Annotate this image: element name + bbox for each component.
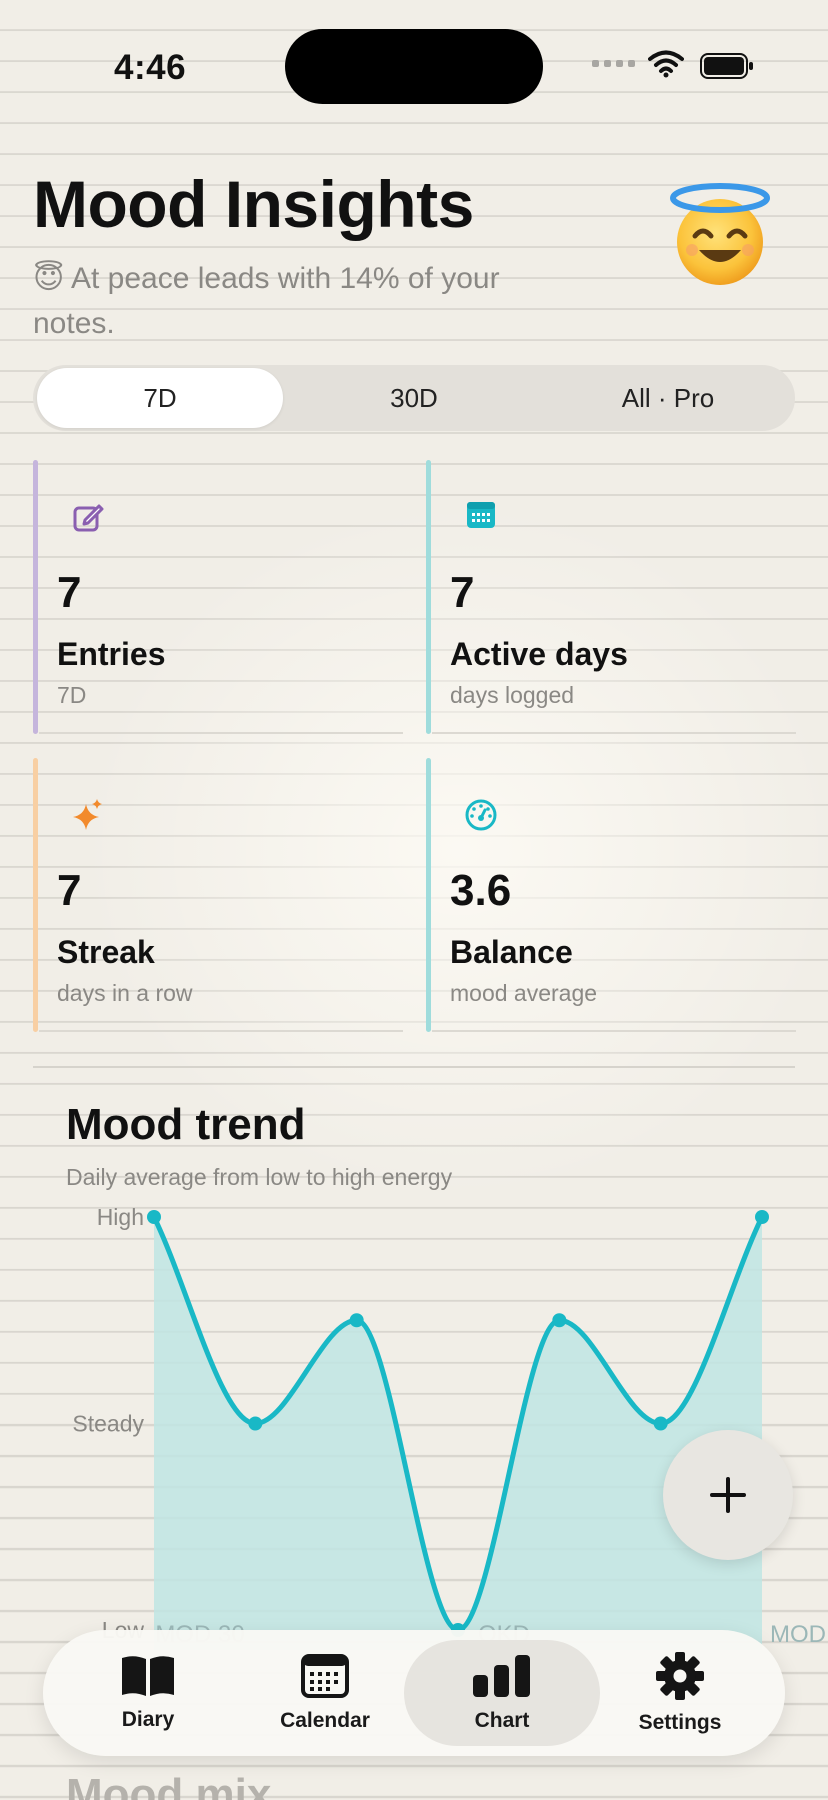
entries-sub: 7D <box>57 682 87 708</box>
dynamic-island <box>285 29 543 104</box>
card-divider <box>432 732 796 734</box>
stat-card-entries: 7 Entries 7D <box>33 460 403 734</box>
smiling-halo-emoji-icon[interactable] <box>665 180 775 290</box>
edit-icon <box>73 504 104 532</box>
trend-title: Mood trend <box>66 1100 306 1149</box>
streak-sub: days in a row <box>57 980 193 1006</box>
streak-value: 7 <box>57 866 82 915</box>
gauge-icon <box>465 799 497 831</box>
tab-settings[interactable]: Settings <box>582 1640 778 1746</box>
bar-chart-icon <box>473 1655 530 1697</box>
mood-mix-title: Mood mix <box>66 1770 272 1800</box>
balance-label: Balance <box>450 934 573 970</box>
cellular-signal-icon <box>592 60 635 67</box>
trend-point[interactable] <box>248 1416 263 1431</box>
entries-value: 7 <box>57 568 82 617</box>
y-tick-label: Steady <box>72 1411 144 1437</box>
trend-area <box>154 1217 762 1650</box>
card-divider <box>432 1030 796 1032</box>
trend-point[interactable] <box>755 1210 769 1224</box>
card-divider <box>39 732 403 734</box>
stat-card-balance: 3.6 Balance mood average <box>426 758 796 1032</box>
tab-diary-label: Diary <box>121 1708 175 1731</box>
trend-point[interactable] <box>552 1313 567 1328</box>
summary-emoji: 😇 <box>33 262 65 295</box>
tab-diary[interactable]: Diary <box>50 1640 246 1746</box>
summary-text: At peace leads with 14% of your notes. <box>33 262 500 340</box>
streak-label: Streak <box>57 934 155 970</box>
section-divider <box>33 1066 795 1068</box>
card-accent <box>33 758 38 1032</box>
range-7d[interactable]: 7D <box>37 368 283 428</box>
trend-point[interactable] <box>147 1210 161 1224</box>
balance-value: 3.6 <box>450 866 512 915</box>
stat-card-active-days: 7 Active days days logged <box>426 460 796 734</box>
calendar-icon <box>467 502 495 528</box>
entries-label: Entries <box>57 636 166 672</box>
stat-card-streak: 7 Streak days in a row <box>33 758 403 1032</box>
tab-chart-label: Chart <box>474 1709 530 1732</box>
book-icon <box>122 1656 174 1696</box>
mood-trend-chart: HighSteadyLow MOD 30OKDMOD 3 <box>72 1204 828 1650</box>
trend-point[interactable] <box>349 1313 364 1328</box>
card-divider <box>39 1030 403 1032</box>
tab-calendar[interactable]: Calendar <box>227 1640 423 1746</box>
active-days-sub: days logged <box>450 682 575 708</box>
tab-calendar-label: Calendar <box>280 1709 370 1732</box>
status-time: 4:46 <box>114 48 187 87</box>
tab-bar: Diary Calendar Chart Settings <box>43 1630 785 1756</box>
sparkles-icon <box>73 799 102 830</box>
mood-summary: 😇 At peace leads with 14% of your notes. <box>33 256 533 346</box>
x-tick-label: MOD 3 <box>770 1621 828 1648</box>
battery-icon <box>700 53 753 79</box>
add-entry-button[interactable] <box>663 1430 793 1560</box>
active-days-label: Active days <box>450 636 628 672</box>
calendar-icon <box>301 1654 349 1698</box>
card-accent <box>426 460 431 734</box>
tab-chart[interactable]: Chart <box>404 1640 600 1746</box>
y-tick-label: High <box>97 1204 144 1230</box>
range-30d[interactable]: 30D <box>291 368 537 428</box>
page-title: Mood Insights <box>33 167 474 241</box>
range-selector: 7D 30D All · Pro <box>33 365 795 431</box>
plus-icon <box>710 1477 746 1513</box>
range-all-pro[interactable]: All · Pro <box>545 368 791 428</box>
card-accent <box>33 460 38 734</box>
active-days-value: 7 <box>450 568 475 617</box>
card-accent <box>426 758 431 1032</box>
wifi-icon <box>648 50 684 78</box>
trend-point[interactable] <box>653 1416 668 1431</box>
balance-sub: mood average <box>450 980 598 1006</box>
tab-settings-label: Settings <box>638 1711 722 1734</box>
gear-icon <box>656 1652 704 1700</box>
